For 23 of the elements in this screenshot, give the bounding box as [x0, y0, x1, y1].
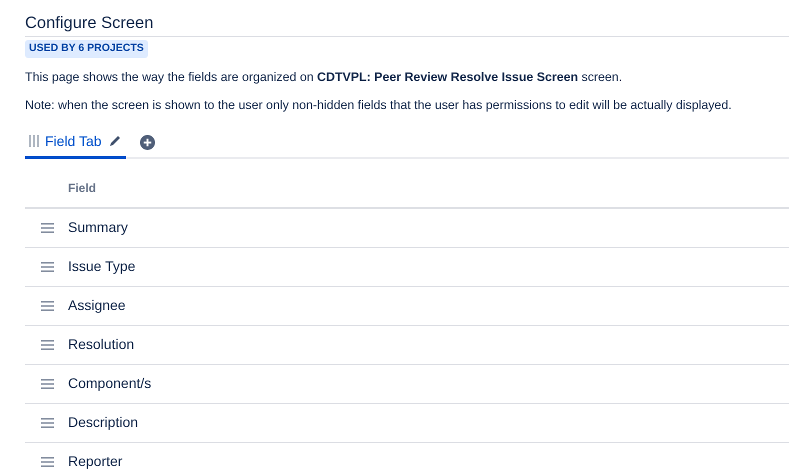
- field-name: Description: [67, 413, 138, 432]
- usage-badge: USED BY 6 PROJECTS: [25, 40, 148, 58]
- column-header: Field: [25, 158, 789, 209]
- drag-handle-icon[interactable]: [41, 418, 54, 428]
- field-name: Issue Type: [67, 257, 136, 276]
- drag-handle-icon[interactable]: [41, 378, 54, 389]
- description-text: This page shows the way the fields are organized on CDTVPL: Peer Review Resolve Issue Screen screen.: [25, 68, 624, 86]
- tab[interactable]: Field Tab: [25, 128, 126, 159]
- drag-handle-icon[interactable]: [41, 262, 54, 272]
- pencil-icon[interactable]: [108, 134, 122, 148]
- drag-handle-icon[interactable]: [41, 340, 54, 350]
- drag-handle-icon[interactable]: [41, 300, 54, 311]
- page-title: Configure Screen: [25, 14, 789, 37]
- drag-handle-icon[interactable]: [29, 135, 39, 148]
- note-text: Note: when the screen is shown to the user only non-hidden fields that the user has permissions to edit will be actually displayed.: [25, 97, 733, 114]
- drag-handle-icon[interactable]: [41, 222, 54, 233]
- field-name: Summary: [67, 218, 128, 238]
- field-name: Component/s: [67, 374, 152, 394]
- field-name: Assignee: [67, 296, 126, 316]
- field-name: Resolution: [67, 335, 134, 354]
- field-name: Reporter: [67, 452, 122, 472]
- drag-handle-icon[interactable]: [41, 456, 54, 467]
- add-tab-button[interactable]: [140, 135, 155, 150]
